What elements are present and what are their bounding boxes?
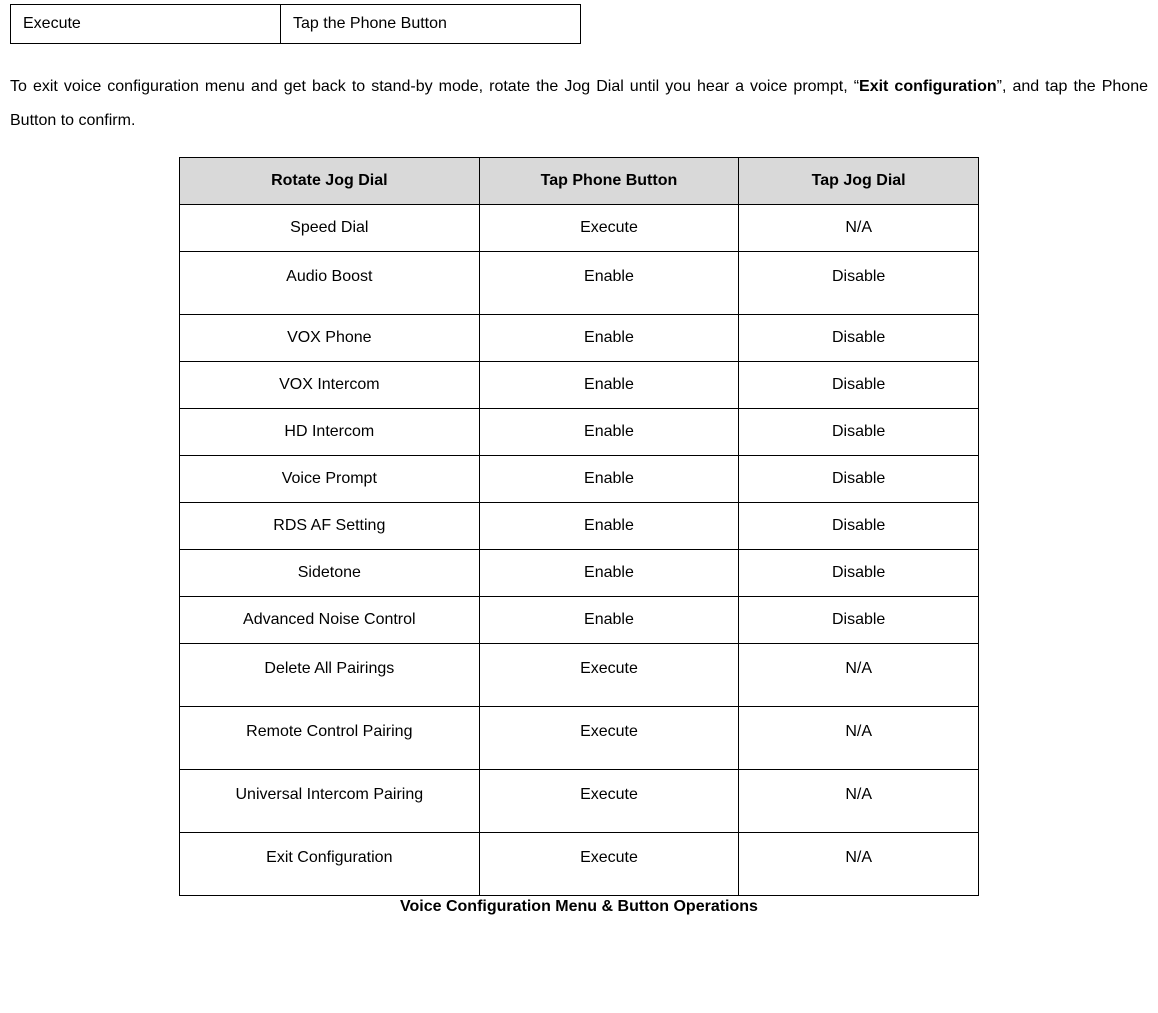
- table-row: Advanced Noise ControlEnableDisable: [180, 597, 979, 644]
- table-row: Remote Control PairingExecuteN/A: [180, 707, 979, 770]
- table-cell: Disable: [739, 409, 979, 456]
- table-row: Exit ConfigurationExecuteN/A: [180, 833, 979, 896]
- table-row: SidetoneEnableDisable: [180, 550, 979, 597]
- table-cell: Enable: [479, 252, 739, 315]
- table-row: RDS AF SettingEnableDisable: [180, 503, 979, 550]
- table-cell: N/A: [739, 707, 979, 770]
- table-cell: Audio Boost: [180, 252, 480, 315]
- table-row: Voice PromptEnableDisable: [180, 456, 979, 503]
- table-cell: Disable: [739, 315, 979, 362]
- table-cell: Execute: [479, 644, 739, 707]
- table-cell: Execute: [479, 707, 739, 770]
- table-caption: Voice Configuration Menu & Button Operat…: [179, 898, 979, 916]
- table-cell: Remote Control Pairing: [180, 707, 480, 770]
- paragraph-bold: Exit configuration: [859, 78, 997, 95]
- table-cell: Speed Dial: [180, 205, 480, 252]
- table-cell: Advanced Noise Control: [180, 597, 480, 644]
- table-cell: Enable: [479, 362, 739, 409]
- top-table-cell-right: Tap the Phone Button: [281, 5, 581, 44]
- table-cell: Execute: [479, 205, 739, 252]
- table-row: Speed DialExecuteN/A: [180, 205, 979, 252]
- table-cell: Enable: [479, 409, 739, 456]
- table-header-row: Rotate Jog Dial Tap Phone Button Tap Jog…: [180, 158, 979, 205]
- table-cell: VOX Intercom: [180, 362, 480, 409]
- paragraph-text-1: To exit voice configuration menu and get…: [10, 78, 859, 95]
- table-cell: Disable: [739, 252, 979, 315]
- table-cell: Disable: [739, 456, 979, 503]
- table-cell: Universal Intercom Pairing: [180, 770, 480, 833]
- table-cell: Delete All Pairings: [180, 644, 480, 707]
- table-cell: Exit Configuration: [180, 833, 480, 896]
- table-cell: HD Intercom: [180, 409, 480, 456]
- table-cell: Sidetone: [180, 550, 480, 597]
- header-tap-jog-dial: Tap Jog Dial: [739, 158, 979, 205]
- main-table-container: Rotate Jog Dial Tap Phone Button Tap Jog…: [10, 157, 1148, 916]
- table-cell: Disable: [739, 362, 979, 409]
- table-cell: Enable: [479, 503, 739, 550]
- top-small-table: Execute Tap the Phone Button: [10, 4, 581, 44]
- table-row: HD IntercomEnableDisable: [180, 409, 979, 456]
- table-cell: N/A: [739, 205, 979, 252]
- table-cell: Execute: [479, 770, 739, 833]
- table-cell: Enable: [479, 550, 739, 597]
- header-tap-phone-button: Tap Phone Button: [479, 158, 739, 205]
- table-cell: Disable: [739, 550, 979, 597]
- table-cell: Enable: [479, 456, 739, 503]
- table-cell: N/A: [739, 833, 979, 896]
- table-row: VOX PhoneEnableDisable: [180, 315, 979, 362]
- table-cell: N/A: [739, 770, 979, 833]
- voice-config-table: Rotate Jog Dial Tap Phone Button Tap Jog…: [179, 157, 979, 896]
- table-row: Universal Intercom PairingExecuteN/A: [180, 770, 979, 833]
- table-cell: Enable: [479, 597, 739, 644]
- table-cell: Execute: [479, 833, 739, 896]
- table-row: Execute Tap the Phone Button: [11, 5, 581, 44]
- top-table-cell-left: Execute: [11, 5, 281, 44]
- table-cell: Enable: [479, 315, 739, 362]
- table-row: Audio BoostEnableDisable: [180, 252, 979, 315]
- instruction-paragraph: To exit voice configuration menu and get…: [10, 70, 1148, 137]
- header-rotate-jog-dial: Rotate Jog Dial: [180, 158, 480, 205]
- table-row: Delete All PairingsExecuteN/A: [180, 644, 979, 707]
- table-cell: VOX Phone: [180, 315, 480, 362]
- table-cell: Voice Prompt: [180, 456, 480, 503]
- table-cell: RDS AF Setting: [180, 503, 480, 550]
- table-cell: Disable: [739, 503, 979, 550]
- table-row: VOX IntercomEnableDisable: [180, 362, 979, 409]
- table-cell: N/A: [739, 644, 979, 707]
- table-cell: Disable: [739, 597, 979, 644]
